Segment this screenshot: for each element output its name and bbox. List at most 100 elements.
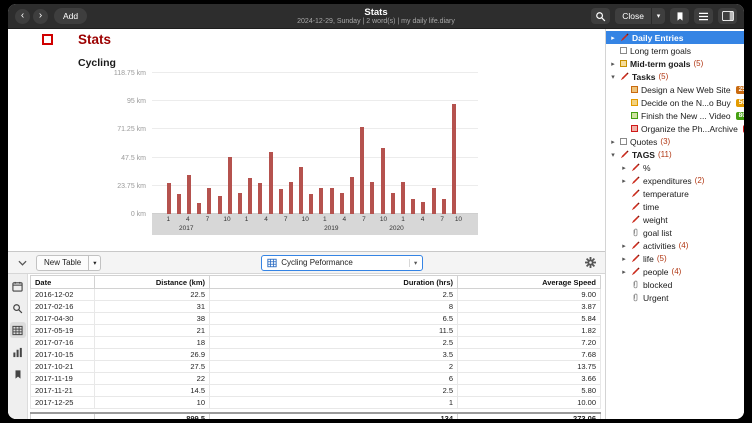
column-header[interactable]: Date xyxy=(31,276,95,289)
tree-item-tags[interactable]: ▾TAGS(11) xyxy=(606,148,744,161)
table-cell[interactable]: 38 xyxy=(95,313,210,325)
table-cell[interactable]: 2017-05-19 xyxy=(31,325,95,337)
expander-icon[interactable]: ▸ xyxy=(620,242,628,250)
tree-item-tag-time[interactable]: time xyxy=(606,200,744,213)
table-cell[interactable]: 2.5 xyxy=(210,385,458,397)
add-button[interactable]: Add xyxy=(54,8,87,24)
table-cell[interactable]: 2017-11-19 xyxy=(31,373,95,385)
tree-item-task-finish-video[interactable]: Finish the New ... Video80,0% xyxy=(606,109,744,122)
table-cell[interactable]: 8 xyxy=(210,301,458,313)
table-cell[interactable]: 3.87 xyxy=(458,301,601,313)
tree-item-tag-expenditures[interactable]: ▸expenditures(2) xyxy=(606,174,744,187)
table-cell[interactable]: 18 xyxy=(95,337,210,349)
table-cell[interactable]: 9.00 xyxy=(458,289,601,301)
tree-item-tag-temperature[interactable]: temperature xyxy=(606,187,744,200)
table-cell[interactable]: 2.5 xyxy=(210,289,458,301)
table-selector[interactable]: Cycling Peformance ▾ xyxy=(261,255,423,271)
table-cell[interactable]: 2017-10-15 xyxy=(31,349,95,361)
expander-icon[interactable]: ▾ xyxy=(609,73,617,81)
sidebar-toggle-button[interactable] xyxy=(718,8,737,24)
table-cell[interactable]: 14.5 xyxy=(95,385,210,397)
expander-icon[interactable]: ▾ xyxy=(609,151,617,159)
table-cell[interactable]: 2 xyxy=(210,361,458,373)
table-cell[interactable]: 11.5 xyxy=(210,325,458,337)
table-cell[interactable]: 10.00 xyxy=(458,397,601,409)
table-cell[interactable]: 2016-12-02 xyxy=(31,289,95,301)
table-cell[interactable]: 21 xyxy=(95,325,210,337)
table-cell[interactable]: 3.5 xyxy=(210,349,458,361)
tree-item-daily-entries[interactable]: ▸Daily Entries xyxy=(606,31,744,44)
back-button[interactable]: ‹ xyxy=(15,9,30,24)
tree-item-quotes[interactable]: ▸Quotes(3) xyxy=(606,135,744,148)
table-cell[interactable]: 5.84 xyxy=(458,313,601,325)
table-cell[interactable]: 22.5 xyxy=(95,289,210,301)
table-cell[interactable]: 5.80 xyxy=(458,385,601,397)
expander-icon[interactable]: ▸ xyxy=(609,138,617,146)
column-header[interactable]: Distance (km) xyxy=(95,276,210,289)
menu-button[interactable] xyxy=(694,8,713,24)
table-cell[interactable]: 2017-02-16 xyxy=(31,301,95,313)
checkbox-icon xyxy=(631,125,638,132)
expander-icon[interactable]: ▸ xyxy=(620,177,628,185)
column-header[interactable]: Duration (hrs) xyxy=(210,276,458,289)
table-cell[interactable]: 10 xyxy=(95,397,210,409)
bookmark-button[interactable] xyxy=(670,8,689,24)
table-cell[interactable]: 22 xyxy=(95,373,210,385)
new-table-dropdown-button[interactable]: ▾ xyxy=(89,255,101,271)
tree-item-tag-urgent[interactable]: Urgent xyxy=(606,291,744,304)
table-cell[interactable]: 1.82 xyxy=(458,325,601,337)
tree-item-tag-life[interactable]: ▸life(5) xyxy=(606,252,744,265)
table-cell[interactable]: 13.75 xyxy=(458,361,601,373)
table-cell[interactable]: 2017-07-16 xyxy=(31,337,95,349)
tree-item-task-design-web-site[interactable]: Design a New Web Site25,0% xyxy=(606,83,744,96)
chart-view-button[interactable] xyxy=(10,344,26,360)
flag-view-button[interactable] xyxy=(10,366,26,382)
window-title: Stats xyxy=(364,7,387,18)
table-cell[interactable]: 7.20 xyxy=(458,337,601,349)
table-cell[interactable]: 26.9 xyxy=(95,349,210,361)
table-cell[interactable]: 2.5 xyxy=(210,337,458,349)
expander-icon[interactable]: ▸ xyxy=(620,164,628,172)
tree-item-task-organize-archive[interactable]: Organize the Ph...Archive0,0% xyxy=(606,122,744,135)
tree-item-tag-people[interactable]: ▸people(4) xyxy=(606,265,744,278)
new-table-button[interactable]: New Table xyxy=(36,255,89,271)
collapse-panel-button[interactable] xyxy=(14,255,30,271)
table-cell[interactable]: 2017-12-25 xyxy=(31,397,95,409)
table-cell[interactable]: 2017-04-30 xyxy=(31,313,95,325)
column-header[interactable]: Average Speed xyxy=(458,276,601,289)
expander-icon[interactable]: ▸ xyxy=(620,268,628,276)
search-button[interactable] xyxy=(591,8,610,24)
entry-editor[interactable]: Stats Cycling 0 km23.75 km47.5 km71.25 k… xyxy=(8,29,605,251)
table-cell[interactable]: 3.66 xyxy=(458,373,601,385)
tree-item-tag-percent[interactable]: ▸% xyxy=(606,161,744,174)
tree-item-task-decide-buy[interactable]: Decide on the N...o Buy50,0% xyxy=(606,96,744,109)
pen-icon xyxy=(631,267,640,276)
table-cell[interactable]: 31 xyxy=(95,301,210,313)
table-view-button[interactable] xyxy=(10,322,26,338)
tree-item-tag-goal-list[interactable]: goal list xyxy=(606,226,744,239)
tree-item-tasks[interactable]: ▾Tasks(5) xyxy=(606,70,744,83)
tree-item-label: time xyxy=(643,202,659,212)
table-cell[interactable]: 6.5 xyxy=(210,313,458,325)
tree-item-tag-blocked[interactable]: blocked xyxy=(606,278,744,291)
tree-item-tag-activities[interactable]: ▸activities(4) xyxy=(606,239,744,252)
table-cell[interactable]: 2017-10-21 xyxy=(31,361,95,373)
expander-icon[interactable]: ▸ xyxy=(609,34,617,42)
search-view-button[interactable] xyxy=(10,300,26,316)
todo-checkbox[interactable] xyxy=(42,34,53,45)
tree-item-mid-term-goals[interactable]: ▸Mid-term goals(5) xyxy=(606,57,744,70)
tree-item-tag-weight[interactable]: weight xyxy=(606,213,744,226)
settings-button[interactable] xyxy=(583,255,599,271)
expander-icon[interactable]: ▸ xyxy=(620,255,628,263)
close-dropdown-button[interactable]: ▾ xyxy=(652,8,665,24)
table-cell[interactable]: 2017-11-21 xyxy=(31,385,95,397)
tree-item-long-term-goals[interactable]: Long term goals xyxy=(606,44,744,57)
table-cell[interactable]: 7.68 xyxy=(458,349,601,361)
table-cell[interactable]: 6 xyxy=(210,373,458,385)
close-button[interactable]: Close xyxy=(615,8,652,24)
forward-button[interactable]: › xyxy=(33,9,48,24)
expander-icon[interactable]: ▸ xyxy=(609,60,617,68)
calendar-view-button[interactable] xyxy=(10,278,26,294)
table-cell[interactable]: 27.5 xyxy=(95,361,210,373)
table-cell[interactable]: 1 xyxy=(210,397,458,409)
